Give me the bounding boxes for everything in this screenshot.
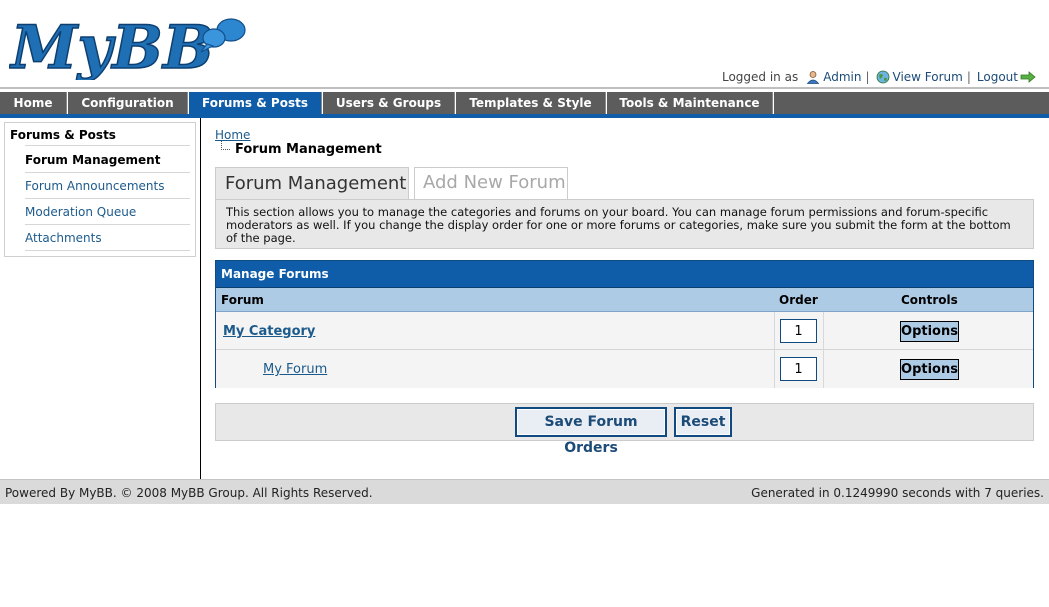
tab-configuration[interactable]: Configuration	[68, 92, 188, 114]
tab-templates-style[interactable]: Templates & Style	[456, 92, 606, 114]
section-description: This section allows you to manage the ca…	[215, 199, 1034, 249]
reset-button[interactable]: Reset	[674, 407, 732, 437]
tab-home[interactable]: Home	[0, 92, 67, 114]
manage-forums-table: Manage Forums Forum Order Controls My Ca…	[215, 260, 1034, 388]
nav-filler	[774, 92, 1049, 114]
options-button[interactable]: Options	[900, 359, 959, 380]
separator: |	[966, 70, 971, 84]
footer: Powered By MyBB. © 2008 MyBB Group. All …	[0, 479, 1049, 504]
main-nav: Home Configuration Forums & Posts Users …	[0, 92, 1049, 118]
forum-link[interactable]: My Forum	[263, 362, 327, 377]
column-controls: Controls	[901, 293, 958, 307]
logout-link[interactable]: Logout	[977, 70, 1018, 84]
main-content: Home Forum Management Forum Management A…	[201, 118, 1049, 479]
view-forum-link[interactable]: View Forum	[893, 70, 963, 84]
table-row: My Category Options	[216, 312, 1033, 350]
sidebar-item-forum-management[interactable]: Forum Management	[25, 147, 190, 173]
column-order: Order	[779, 293, 818, 307]
footer-generation-stats: Generated in 0.1249990 seconds with 7 qu…	[751, 486, 1044, 500]
breadcrumb-tree-connector	[221, 141, 230, 150]
tab-forum-management[interactable]: Forum Management	[215, 167, 409, 199]
breadcrumb-home[interactable]: Home	[215, 128, 250, 142]
column-forum: Forum	[221, 293, 264, 307]
sidebar-menu: Forums & Posts Forum Management Forum An…	[4, 122, 196, 257]
sidebar-item-forum-announcements[interactable]: Forum Announcements	[25, 173, 190, 199]
order-input[interactable]	[780, 319, 817, 343]
divider	[774, 350, 775, 388]
divider	[25, 145, 190, 146]
table-title: Manage Forums	[216, 261, 1033, 288]
divider	[823, 350, 824, 388]
tab-forums-posts[interactable]: Forums & Posts	[189, 92, 322, 114]
logged-in-label: Logged in as	[721, 70, 799, 84]
separator: |	[865, 70, 870, 84]
sidebar-title: Forums & Posts	[10, 128, 116, 142]
divider	[823, 312, 824, 350]
page-title: Forum Management	[235, 142, 382, 157]
table-column-headers: Forum Order Controls	[216, 288, 1033, 312]
sidebar-item-moderation-queue[interactable]: Moderation Queue	[25, 199, 190, 225]
tab-tools-maintenance[interactable]: Tools & Maintenance	[607, 92, 773, 114]
sidebar-item-attachments[interactable]: Attachments	[25, 225, 190, 251]
user-bar: Logged in as Admin | View Forum | Logout	[722, 70, 1039, 84]
logout-arrow-icon	[1020, 71, 1036, 83]
globe-icon	[876, 70, 889, 84]
tab-add-new-forum[interactable]: Add New Forum	[414, 167, 568, 199]
user-icon	[806, 71, 820, 84]
sidebar: Forums & Posts Forum Management Forum An…	[0, 118, 201, 479]
mybb-logo[interactable]: MyBB	[9, 8, 249, 80]
user-link[interactable]: Admin	[823, 70, 861, 84]
header-divider	[0, 87, 1049, 89]
tab-users-groups[interactable]: Users & Groups	[323, 92, 455, 114]
save-forum-orders-button[interactable]: Save Forum Orders	[515, 407, 667, 456]
category-link[interactable]: My Category	[223, 324, 315, 339]
footer-copyright: Powered By MyBB. © 2008 MyBB Group. All …	[5, 486, 373, 500]
svg-text:MyBB: MyBB	[9, 13, 214, 80]
form-actions: Save Forum Orders Reset	[215, 403, 1034, 456]
options-button[interactable]: Options	[900, 321, 959, 342]
table-row: My Forum Options	[216, 350, 1033, 388]
order-input[interactable]	[780, 357, 817, 381]
header: MyBB Logged in as Admin | View Forum | L…	[0, 0, 1049, 92]
divider	[774, 312, 775, 350]
